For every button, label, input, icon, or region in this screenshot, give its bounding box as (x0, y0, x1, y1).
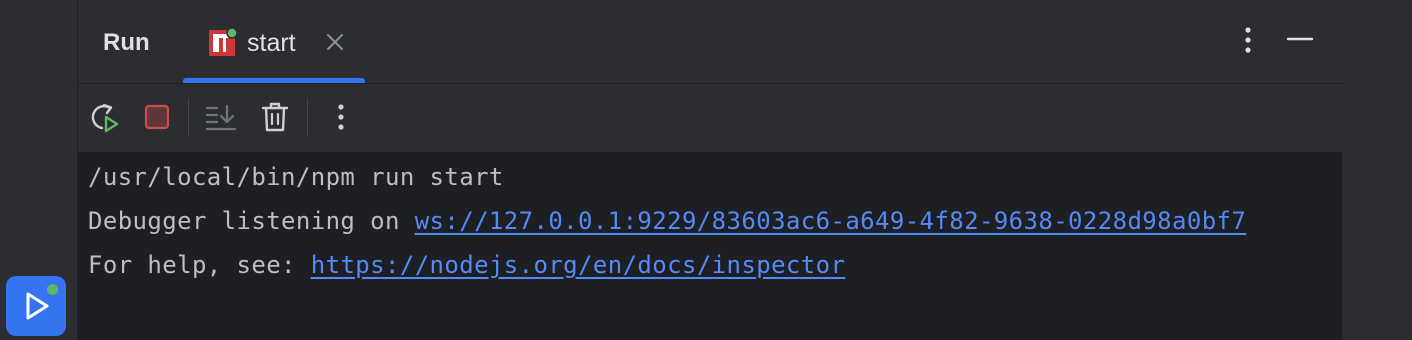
command-text: /usr/local/bin/npm run start (88, 163, 504, 191)
more-actions-button[interactable] (324, 100, 358, 134)
toolbar-separator (307, 98, 308, 136)
console-text: For help, see: (88, 251, 311, 279)
run-tool-window: Run start /usr/local/bin/npm run start D… (77, 0, 1343, 340)
left-tool-strip (0, 0, 76, 340)
scroll-to-end-icon (205, 104, 237, 131)
stop-button[interactable] (140, 100, 174, 134)
console-line: /usr/local/bin/npm run start (88, 163, 504, 191)
rerun-icon (91, 103, 119, 133)
tool-window-title: Run (103, 29, 150, 56)
vertical-ellipsis-icon[interactable] (1238, 26, 1258, 54)
running-indicator (45, 282, 60, 297)
rerun-button[interactable] (87, 100, 121, 134)
tool-window-header: Run start (78, 0, 1342, 84)
right-tool-strip (1342, 0, 1412, 340)
stop-icon (144, 104, 170, 130)
run-tool-window-button[interactable] (6, 276, 66, 336)
trash-icon (261, 102, 289, 132)
toolbar-separator (188, 98, 189, 136)
console-text: Debugger listening on (88, 207, 415, 235)
console-line: For help, see: https://nodejs.org/en/doc… (88, 251, 845, 279)
console-output[interactable]: /usr/local/bin/npm run start Debugger li… (78, 153, 1342, 340)
more-icon (338, 104, 344, 130)
clear-all-button[interactable] (258, 100, 292, 134)
inspector-docs-link[interactable]: https://nodejs.org/en/docs/inspector (311, 251, 846, 279)
active-tab-indicator (183, 78, 365, 83)
npm-icon (209, 28, 237, 56)
tab-label: start (247, 29, 296, 57)
run-toolbar (78, 84, 1342, 153)
console-line: Debugger listening on ws://127.0.0.1:922… (88, 207, 1246, 235)
close-icon[interactable] (323, 30, 347, 54)
debugger-url-link[interactable]: ws://127.0.0.1:9229/83603ac6-a649-4f82-9… (415, 207, 1247, 235)
minimize-icon[interactable] (1286, 26, 1314, 54)
tab-start[interactable]: start (183, 0, 365, 83)
scroll-to-end-button[interactable] (204, 100, 238, 134)
